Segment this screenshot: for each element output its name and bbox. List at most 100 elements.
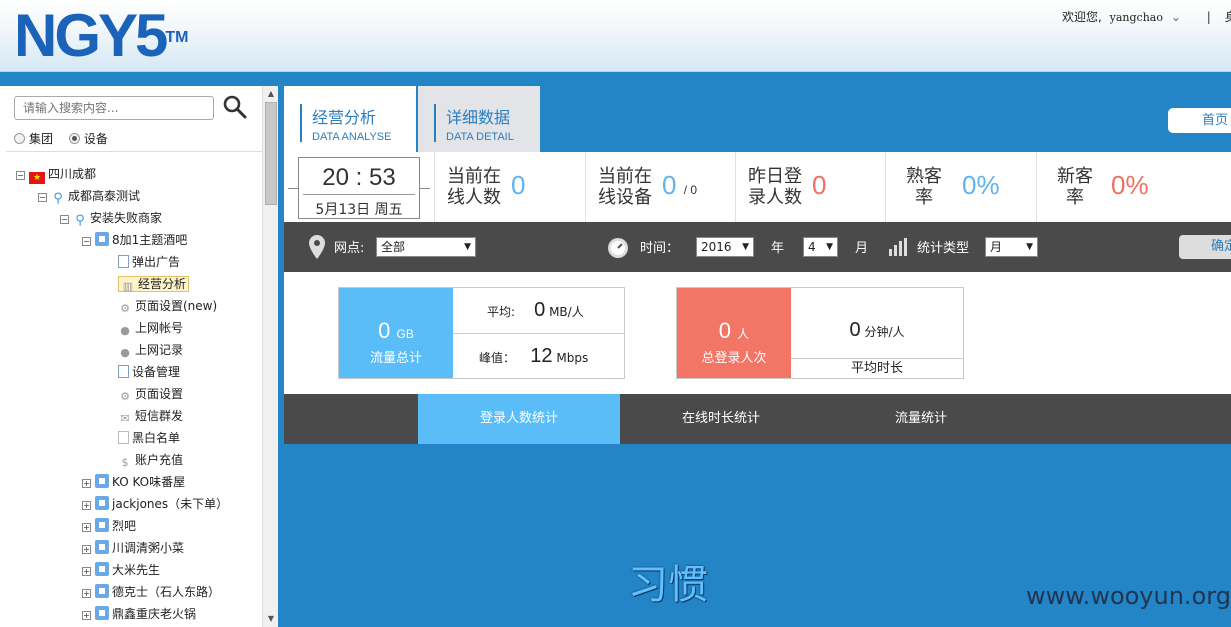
tab-sublabel: DATA DETAIL [446, 131, 514, 143]
site-label: 网点: [334, 241, 365, 256]
map-pin-icon: ⚲ [53, 191, 63, 206]
bar-chart-icon [889, 238, 907, 256]
tree-node[interactable]: − ⚲ 安装失败商家 [60, 208, 162, 228]
tree-node[interactable]: − ⚲ 成都高泰测试 [38, 186, 140, 206]
tree-node[interactable]: + KO KO味番屋 [82, 472, 185, 492]
tab-online-duration[interactable]: 在线时长统计 [620, 394, 822, 444]
tree-leaf-selected[interactable]: ▥ 经营分析 [118, 274, 190, 294]
tree-leaf[interactable]: ✉ 短信群发 [118, 406, 183, 426]
tree-node[interactable]: + 烈吧 [82, 516, 136, 536]
watermark: www.wooyun.org [1026, 582, 1231, 610]
traffic-peak: 峰值： 12 Mbps [479, 345, 589, 367]
clock-widget: 20 : 53 5月13日 周五 [288, 157, 430, 219]
tab-accent [300, 104, 302, 142]
username-link[interactable]: yangchao [1110, 11, 1163, 24]
tree-node[interactable]: + 大米先生 [82, 560, 160, 580]
map-pin-icon [309, 235, 325, 259]
envelope-icon: ✉ [120, 412, 130, 425]
filter-bar: 网点: 全部 ▼ 时间： 2016 ▼ 年 4 ▼ 月 统计类型 月 ▼ 确定 [284, 222, 1231, 272]
traffic-average: 平均: 0 MB/人 [487, 299, 584, 321]
traffic-card: 0 GB 流量总计 平均: 0 MB/人 峰值： 12 Mbps [338, 287, 625, 379]
search-icon[interactable] [222, 94, 248, 120]
bar-chart-icon: ▥ [122, 280, 134, 293]
confirm-button[interactable]: 确定 [1179, 235, 1231, 259]
stat-value: 0 [511, 170, 526, 200]
stat-label: 昨日登 录人数 [748, 166, 802, 208]
year-unit: 年 [771, 241, 785, 256]
radio-group-option[interactable] [14, 133, 25, 144]
app-header: NGY5TM 欢迎您, yangchao ⌄ | 身 [0, 0, 1231, 72]
tree-node[interactable]: −8加1主题酒吧 [82, 230, 187, 250]
tree-node[interactable]: + 德克士（石人东路） [82, 582, 220, 602]
scroll-up-icon[interactable]: ▲ [265, 88, 277, 100]
tree-node[interactable]: + jackjones（未下单） [82, 494, 228, 514]
header-right-link[interactable]: 身 [1225, 10, 1231, 24]
device-icon [95, 496, 109, 510]
time-label: 时间： [640, 241, 680, 256]
sidebar: 集团 设备 −★四川成都 −⚲成都高泰测试 −⚲安装失败商家 −8加1主题酒吧 … [0, 86, 278, 627]
tab-login-count[interactable]: 登录人数统计 [418, 394, 620, 444]
tree-node[interactable]: − ★ 四川成都 [16, 164, 96, 184]
users-icon: ● [120, 346, 130, 359]
stat-value: 0 [812, 170, 827, 200]
login-card: 0 人 总登录人次 0 分钟/人 平均时长 [676, 287, 964, 379]
year-select[interactable]: 2016 ▼ [696, 237, 754, 257]
chevron-down-icon: ▼ [464, 242, 471, 252]
device-icon [95, 584, 109, 598]
tree-node[interactable]: + 川调清粥小菜 [82, 538, 184, 558]
tab-traffic[interactable]: 流量统计 [820, 394, 1022, 444]
tree-leaf[interactable]: ● 上网记录 [118, 340, 183, 360]
expand-icon[interactable]: + [82, 589, 91, 598]
stat-online-devices: 当前在 线设备 0 / 0 [585, 152, 735, 222]
chevron-down-icon: ▼ [1026, 242, 1033, 252]
collapse-icon[interactable]: − [38, 193, 47, 202]
home-button[interactable]: 首页 [1168, 108, 1231, 133]
expand-icon[interactable]: + [82, 479, 91, 488]
scroll-down-icon[interactable]: ▼ [265, 613, 277, 625]
logo[interactable]: NGY5TM [14, 4, 189, 68]
expand-icon[interactable]: + [82, 611, 91, 620]
tab-data-analyse[interactable]: 经营分析 DATA ANALYSE [284, 86, 416, 152]
collapse-icon[interactable]: − [82, 237, 91, 246]
chart-tabs: 登录人数统计 在线时长统计 流量统计 [284, 394, 1231, 444]
tree-leaf[interactable]: ⚙ 页面设置(new) [118, 296, 217, 316]
expand-icon[interactable]: + [82, 567, 91, 576]
tree-leaf[interactable]: ⚙ 页面设置 [118, 384, 183, 404]
month-select[interactable]: 4 ▼ [803, 237, 838, 257]
map-pin-icon: ⚲ [75, 213, 85, 228]
tree-node[interactable]: + 鼎鑫重庆老火锅 [82, 604, 196, 624]
chevron-down-icon: ▼ [826, 242, 833, 252]
device-icon [95, 518, 109, 532]
tab-data-detail[interactable]: 详细数据 DATA DETAIL [418, 86, 540, 152]
sidebar-scrollbar[interactable]: ▲ ▼ [262, 86, 278, 627]
habit-label: 习惯 [628, 562, 708, 608]
document-icon [118, 255, 129, 268]
radio-device-option[interactable] [68, 133, 80, 144]
clock-date: 5月13日 周五 [303, 194, 415, 219]
tree-leaf[interactable]: 弹出广告 [118, 252, 180, 272]
site-select[interactable]: 全部 ▼ [376, 237, 476, 257]
chevron-down-icon[interactable]: ⌄ [1171, 10, 1181, 24]
stat-total: / 0 [683, 183, 698, 197]
merchant-tree: − ★ 四川成都 − ⚲ 成都高泰测试 − ⚲ 安装失败商家 −8加1主题酒吧 弹出广告 ▥… [0, 160, 262, 627]
stopwatch-icon [608, 238, 628, 258]
collapse-icon[interactable]: − [60, 215, 69, 224]
tree-leaf[interactable]: ● 上网帐号 [118, 318, 183, 338]
tree-leaf[interactable]: 设备管理 [118, 362, 180, 382]
stat-type-select[interactable]: 月 ▼ [985, 237, 1038, 257]
scroll-thumb[interactable] [265, 102, 277, 205]
tree-leaf[interactable]: 黑白名单 [118, 428, 180, 448]
stat-type-label: 统计类型 [917, 241, 970, 256]
stat-online-users: 当前在 线人数 0 [434, 152, 585, 222]
tree-leaf[interactable]: $ 账户充值 [118, 450, 184, 470]
collapse-icon[interactable]: − [16, 171, 25, 180]
radio-group-label: 集团 [29, 132, 54, 146]
month-unit: 月 [855, 241, 869, 256]
scope-radio-group: 集团 设备 [14, 130, 120, 147]
expand-icon[interactable]: + [82, 501, 91, 510]
search-input[interactable] [14, 96, 214, 120]
stat-new-rate: 新客率 0% [1036, 152, 1231, 222]
document-icon [118, 431, 129, 444]
expand-icon[interactable]: + [82, 545, 91, 554]
expand-icon[interactable]: + [82, 523, 91, 532]
